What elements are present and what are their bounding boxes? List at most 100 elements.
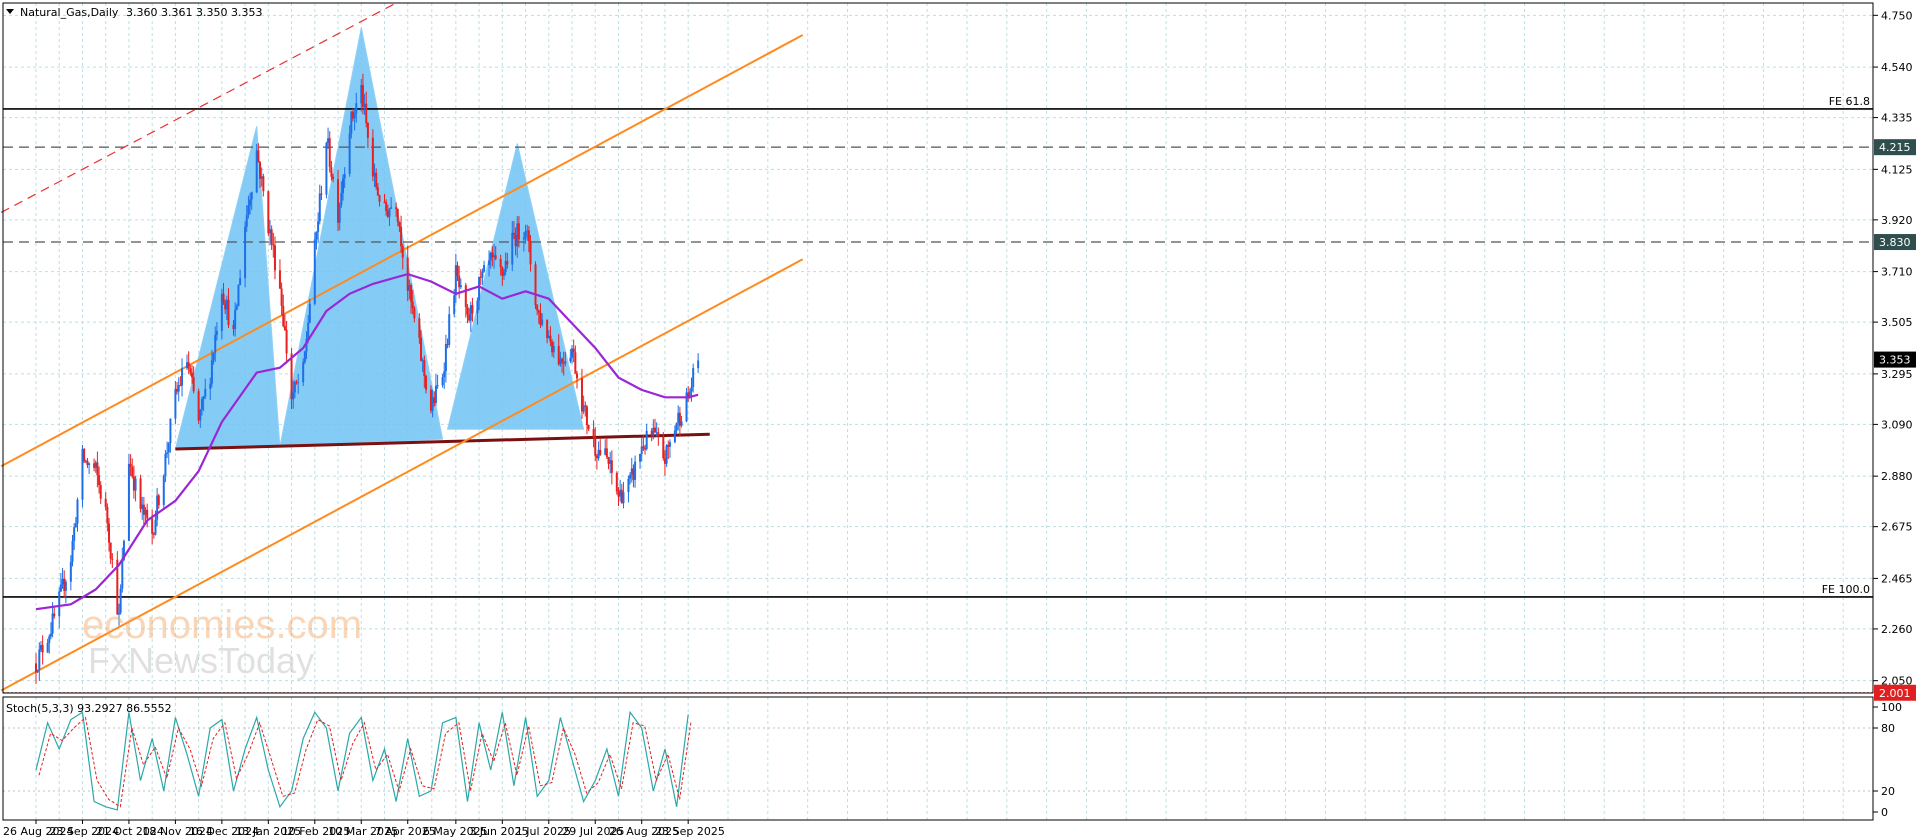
- candle-body: [441, 377, 444, 386]
- candle-body: [99, 485, 102, 499]
- candle-body: [436, 385, 439, 387]
- candle-body: [376, 187, 379, 196]
- candle-body: [478, 276, 481, 301]
- candle-body: [517, 223, 520, 240]
- candle-body: [662, 437, 665, 459]
- candle-body: [348, 133, 351, 174]
- candle-body: [96, 462, 99, 476]
- candle-body: [292, 392, 295, 400]
- candle-body: [164, 453, 167, 476]
- candle-body: [464, 285, 467, 307]
- candle-body: [401, 246, 404, 258]
- candle-body: [549, 335, 552, 342]
- stoch-tick-label: 20: [1881, 785, 1895, 798]
- candle-body: [343, 173, 346, 179]
- candle-body: [645, 430, 648, 449]
- candle-body: [108, 523, 111, 543]
- candle-body: [459, 285, 462, 288]
- candle-body: [665, 444, 668, 464]
- candle-body: [74, 523, 77, 528]
- price-tick-label: 3.505: [1881, 316, 1913, 329]
- candle-body: [71, 541, 74, 562]
- candle-body: [59, 584, 62, 592]
- candle-body: [250, 192, 253, 200]
- candle-body: [599, 449, 602, 455]
- candle-body: [209, 383, 212, 389]
- candle-body: [190, 372, 193, 378]
- candle-body: [210, 360, 213, 384]
- candle-body: [675, 423, 678, 431]
- candle-body: [627, 478, 630, 493]
- candle-body: [423, 360, 426, 376]
- date-tick-label: 23 Sep 2025: [655, 825, 725, 838]
- candle-body: [342, 178, 345, 194]
- candle-body: [154, 519, 157, 535]
- candle-body: [574, 352, 577, 374]
- candle-body: [396, 208, 399, 223]
- candle-body: [109, 542, 112, 559]
- candle-body: [129, 463, 132, 468]
- candle-body: [639, 453, 642, 462]
- candle-body: [270, 229, 273, 245]
- price-tick-label: 4.125: [1881, 163, 1913, 176]
- chart-canvas: Stoch(5,3,3) 93.2927 86.5552 4.750 4.540 4…: [0, 2, 1916, 838]
- candle-body: [69, 561, 72, 582]
- candle-body: [317, 221, 320, 232]
- price-tick-label: 2.260: [1881, 623, 1913, 636]
- candle-body: [615, 472, 618, 492]
- candle-body: [420, 337, 423, 361]
- candle-body: [139, 478, 142, 509]
- candle-body: [106, 507, 109, 524]
- candle-body: [668, 442, 671, 447]
- price-tick-label: 3.090: [1881, 418, 1913, 431]
- candle-body: [227, 299, 230, 325]
- candle-body: [375, 172, 378, 188]
- menu-triangle-icon[interactable]: [6, 9, 14, 14]
- candle-body: [355, 103, 358, 114]
- ohlc-readout: 3.360 3.361 3.350 3.353: [126, 6, 262, 19]
- candle-body: [76, 499, 79, 524]
- candle-body: [527, 230, 530, 242]
- price-tick-label: 4.750: [1881, 9, 1913, 22]
- candle-body: [320, 193, 323, 195]
- price-tag-label: 2.001: [1879, 687, 1911, 700]
- candle-body: [162, 475, 165, 506]
- candle-body: [522, 237, 525, 240]
- candle-body: [448, 314, 451, 345]
- candle-body: [239, 278, 242, 286]
- candle-body: [200, 399, 203, 410]
- candle-body: [564, 361, 567, 364]
- price-tick-label: 2.465: [1881, 572, 1913, 585]
- candle-body: [494, 255, 497, 259]
- candle-body: [629, 474, 632, 479]
- fib-label: FE 100.0: [1822, 583, 1870, 596]
- candle-body: [585, 406, 588, 426]
- candle-body: [476, 300, 479, 314]
- candle-body: [146, 509, 149, 519]
- candle-body: [315, 231, 318, 240]
- candle-body: [697, 360, 700, 369]
- candle-body: [552, 345, 555, 353]
- candle-body: [283, 326, 286, 331]
- candle-body: [303, 351, 306, 363]
- candle-body: [388, 208, 391, 217]
- candle-body: [411, 301, 414, 309]
- candle-body: [290, 353, 293, 400]
- price-tag-label: 3.353: [1879, 354, 1911, 367]
- candle-body: [278, 270, 281, 289]
- candle-body: [49, 633, 52, 637]
- candle-body: [169, 418, 172, 444]
- candle-body: [64, 581, 67, 591]
- candle-body: [434, 385, 437, 404]
- candle-body: [594, 437, 597, 456]
- candle-body: [244, 226, 247, 279]
- candle-body: [511, 232, 514, 265]
- pattern-left-shoulder: [174, 126, 281, 450]
- candle-body: [410, 285, 413, 302]
- candle-body: [127, 463, 130, 541]
- candle-body: [131, 467, 134, 477]
- candle-body: [537, 310, 540, 313]
- candle-body: [366, 123, 369, 138]
- candle-body: [307, 322, 310, 339]
- candle-body: [285, 330, 288, 354]
